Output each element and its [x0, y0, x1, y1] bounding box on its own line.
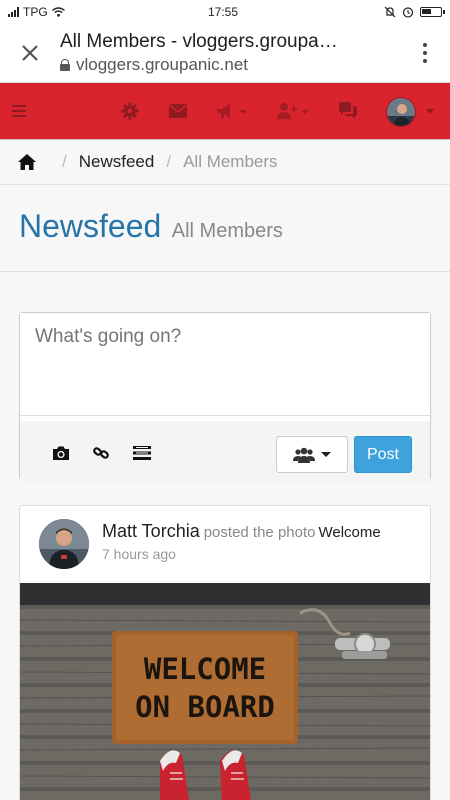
breadcrumb-newsfeed[interactable]: Newsfeed	[79, 152, 155, 172]
gear-icon[interactable]	[121, 102, 139, 120]
list-icon[interactable]	[133, 445, 151, 461]
breadcrumb-separator: /	[166, 152, 172, 171]
home-icon[interactable]	[18, 154, 36, 170]
top-navbar	[0, 83, 450, 139]
feed-timestamp[interactable]: 7 hours ago	[102, 546, 176, 562]
feed-object-link[interactable]: Welcome	[318, 524, 380, 541]
camera-icon[interactable]	[52, 445, 70, 461]
lock-icon	[60, 59, 70, 71]
page-header: Newsfeed All Members	[0, 186, 450, 272]
mute-icon	[384, 6, 396, 18]
post-button[interactable]: Post	[354, 436, 412, 473]
author-avatar[interactable]	[39, 519, 89, 569]
audience-dropdown[interactable]	[276, 436, 348, 473]
status-left: TPG	[8, 5, 65, 19]
url-block[interactable]: All Members - vloggers.groupa… vloggers.…	[60, 31, 400, 75]
browser-toolbar: All Members - vloggers.groupa… vloggers.…	[0, 24, 450, 83]
feed-header-line: Matt Torchia posted the photo Welcome	[102, 521, 381, 542]
more-vert-icon[interactable]	[400, 24, 450, 83]
doormat-line-2: ON BOARD	[135, 690, 275, 724]
breadcrumb-separator: /	[62, 152, 67, 171]
status-time: 17:55	[208, 5, 239, 19]
status-input[interactable]	[20, 313, 430, 416]
status-bar: TPG 17:55	[0, 0, 450, 24]
wifi-icon	[51, 7, 65, 17]
url-domain-row: vloggers.groupanic.net	[60, 55, 400, 75]
page-subtitle: All Members	[171, 220, 283, 242]
link-icon[interactable]	[92, 445, 110, 461]
composer-toolbar: Post	[20, 421, 430, 484]
bullhorn-icon[interactable]	[216, 102, 248, 120]
carrier-label: TPG	[23, 5, 48, 19]
status-composer: Post	[19, 312, 431, 484]
doormat-line-1: WELCOME	[144, 652, 266, 686]
menu-icon[interactable]	[12, 105, 26, 117]
battery-icon	[420, 7, 445, 17]
url-domain: vloggers.groupanic.net	[76, 55, 249, 74]
breadcrumb-all-members: All Members	[183, 152, 278, 171]
feed-item: Matt Torchia posted the photo Welcome 7 ho…	[19, 505, 431, 800]
feed-photo[interactable]: WELCOME ON BOARD	[20, 583, 431, 800]
status-right	[384, 6, 445, 18]
signal-icon	[8, 7, 19, 17]
page-title: Newsfeed	[19, 208, 162, 244]
alarm-icon	[402, 7, 414, 18]
caret-down-icon	[321, 452, 331, 457]
mail-icon[interactable]	[169, 104, 187, 118]
avatar[interactable]	[386, 97, 416, 127]
close-icon[interactable]	[0, 24, 60, 83]
author-name[interactable]: Matt Torchia	[102, 521, 200, 541]
caret-down-icon[interactable]	[426, 109, 434, 114]
browser-page-title: All Members - vloggers.groupa…	[60, 31, 338, 52]
chat-icon[interactable]	[338, 102, 358, 120]
group-icon	[293, 447, 315, 463]
add-user-icon[interactable]	[275, 102, 309, 120]
breadcrumb: / Newsfeed / All Members	[0, 140, 450, 185]
feed-action: posted the photo	[203, 524, 316, 541]
